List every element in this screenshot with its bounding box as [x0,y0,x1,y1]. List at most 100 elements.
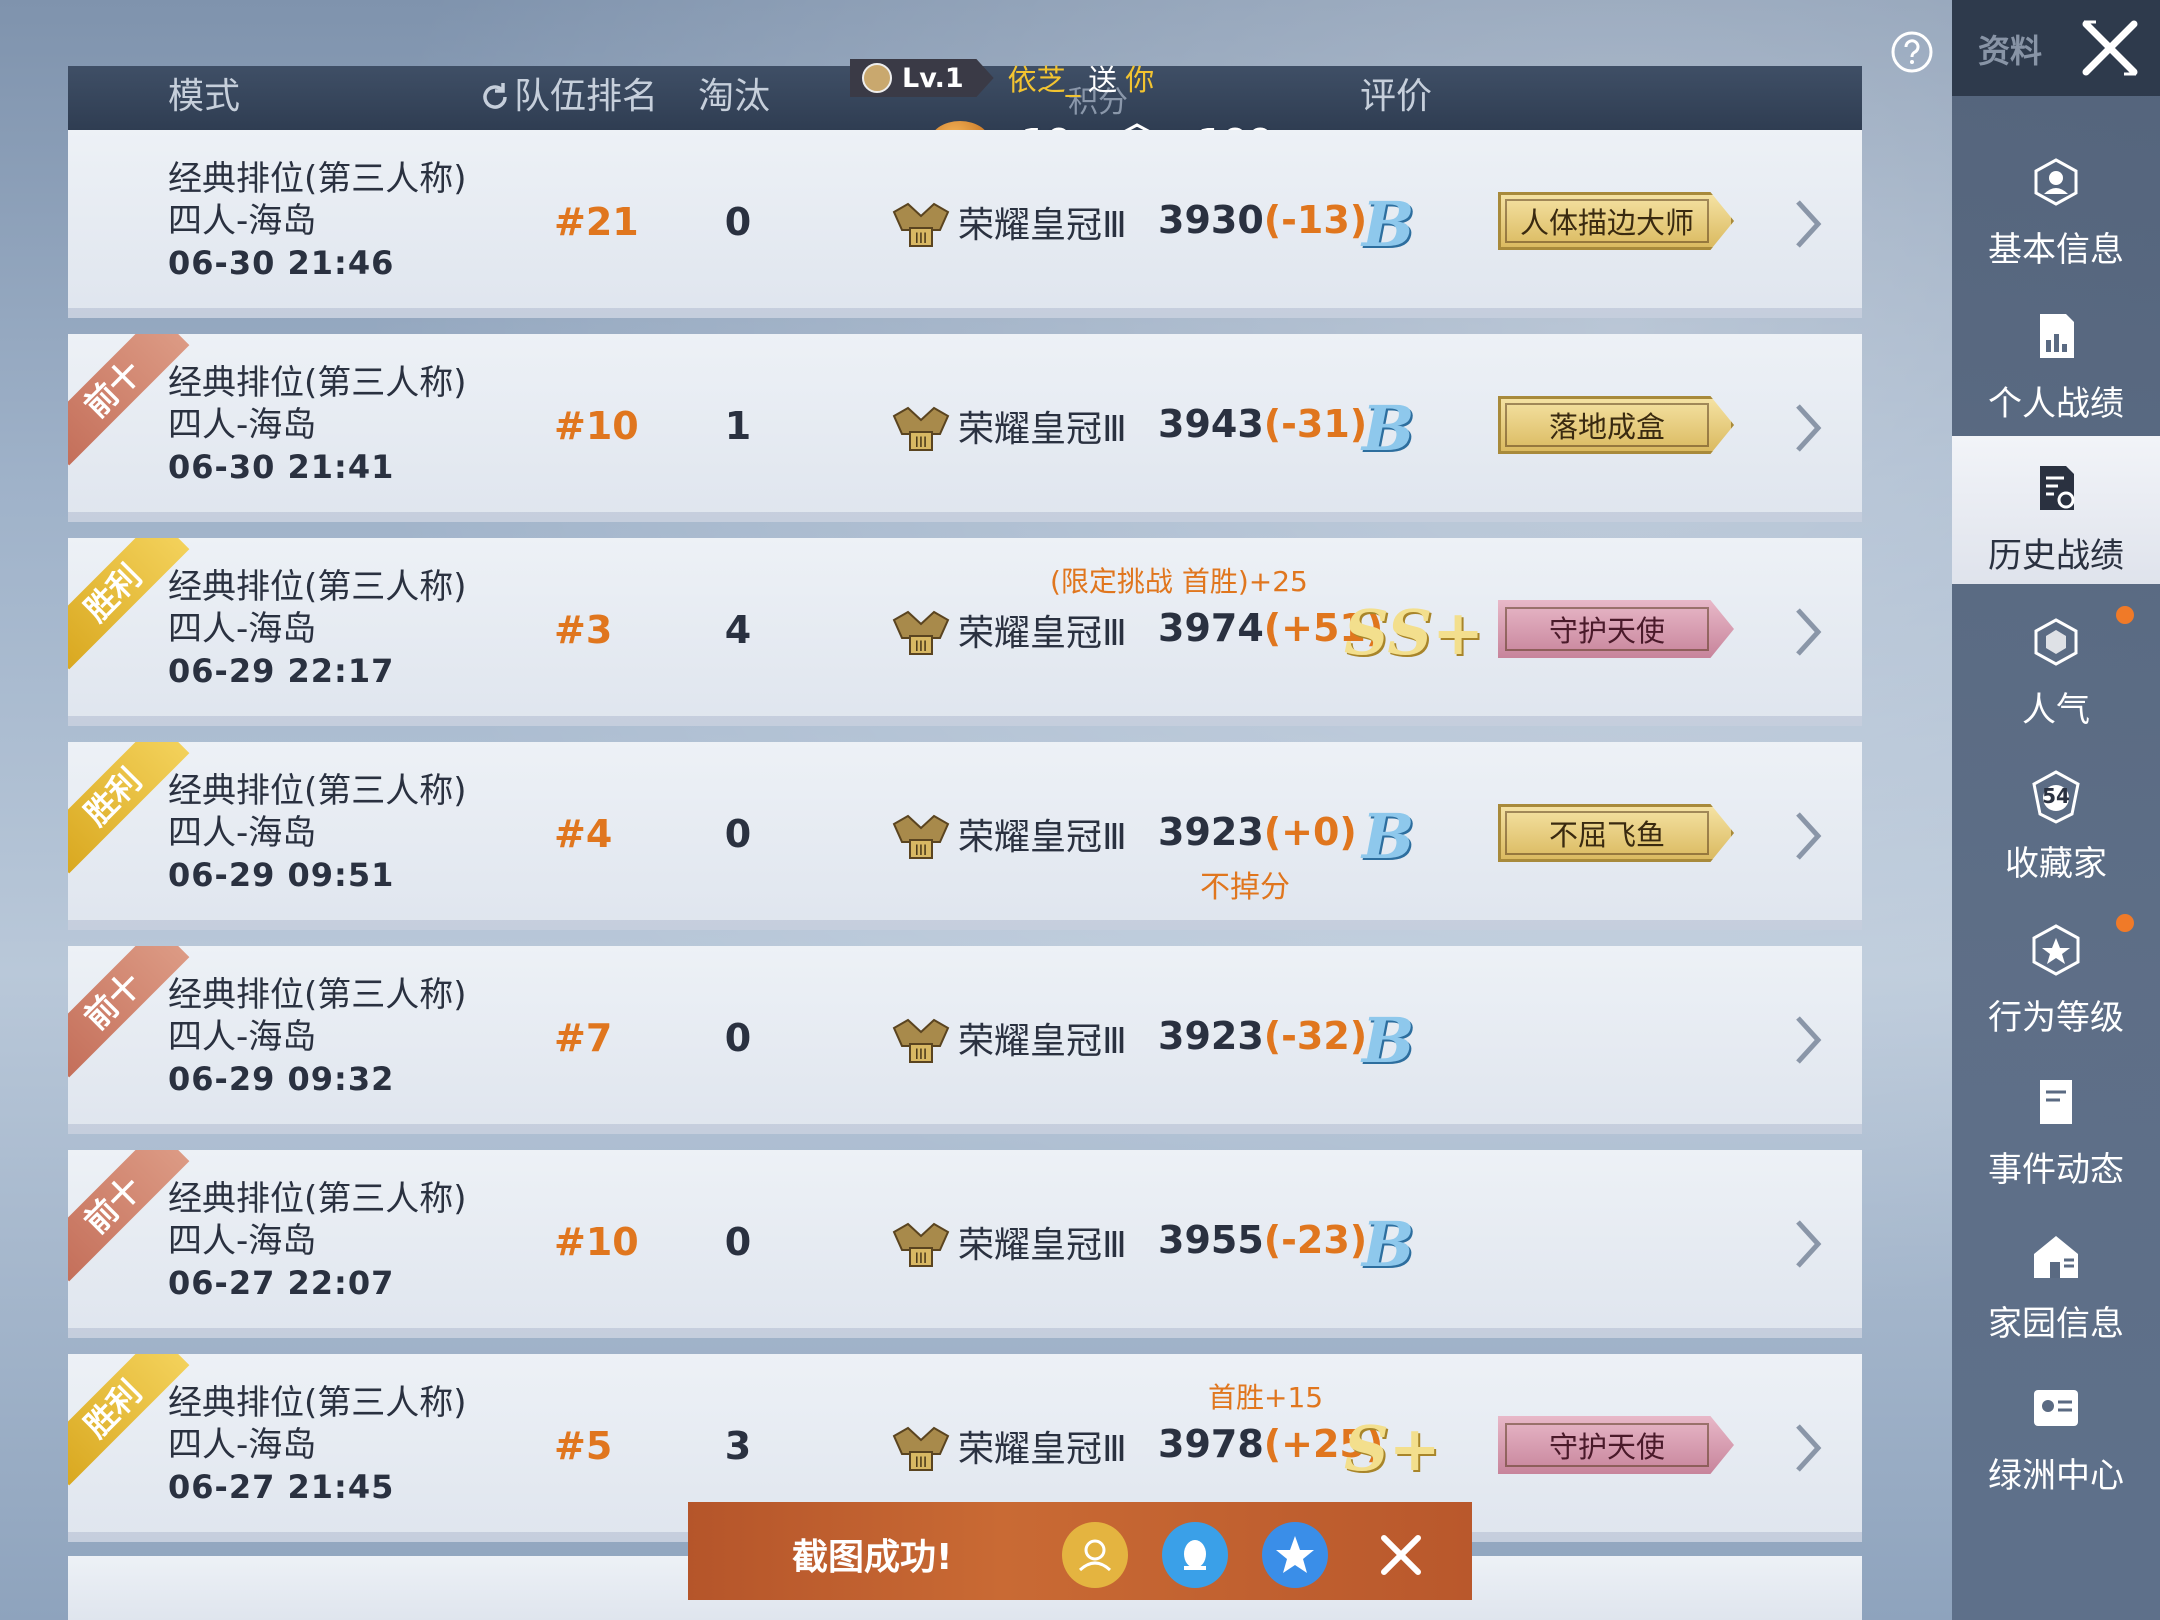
sidebar-item-profile[interactable]: 基本信息 [1952,130,2160,278]
svg-text:III: III [915,231,927,247]
svg-text:III: III [915,1251,927,1267]
score-delta: (-13) [1263,198,1368,242]
sidebar-item-oasis[interactable]: 绿洲中心 [1952,1356,2160,1504]
table-row[interactable]: 前十 经典排位(第三人称) 四人-海岛 06-30 21:41 #10 1 III 荣… [68,334,1862,522]
sidebar-item-popularity[interactable]: 人气 [1952,590,2160,738]
tier: III 荣耀皇冠Ⅲ [890,806,1127,862]
help-icon[interactable] [1890,30,1934,74]
team-mode: 四人-海岛 [168,609,317,649]
tier: III 荣耀皇冠Ⅲ [890,1010,1127,1066]
share-qq-button[interactable] [1162,1522,1228,1588]
sidebar-item-events[interactable]: 事件动态 [1952,1050,2160,1198]
evaluation-tag-label: 不屈飞鱼 [1548,818,1665,852]
chevron-right-icon[interactable] [1788,806,1828,866]
team-mode: 四人-海岛 [168,813,317,853]
notification-dot [2116,606,2134,624]
chevron-right-icon[interactable] [1788,398,1828,458]
crown-tier-icon: III [890,1418,952,1474]
level-badge: Lv.1 [850,59,994,97]
sidebar-item-history[interactable]: 历史战绩 [1952,436,2160,584]
share-qzone-button[interactable] [1262,1522,1328,1588]
chevron-right-icon[interactable] [1788,194,1828,254]
chevron-right-icon[interactable] [1788,602,1828,662]
mode-name: 经典排位(第三人称) [168,159,467,199]
match-date: 06-29 22:17 [168,652,395,690]
chevron-right-icon[interactable] [1788,1010,1828,1070]
evaluation-tag: 守护天使 [1498,1416,1734,1474]
sidebar-item-stats[interactable]: 个人战绩 [1952,284,2160,432]
header-kills: 淘汰 [698,76,771,117]
chevron-right-icon[interactable] [1788,1214,1828,1274]
history-icon [2040,466,2075,510]
toast-close-button[interactable] [1368,1522,1434,1588]
share-friends-button[interactable] [1062,1522,1128,1588]
notification-dot [2116,914,2134,932]
score-value: 3930 [1158,198,1264,242]
evaluation-tag-label: 人体描边大师 [1519,206,1694,240]
home-icon [2034,1236,2078,1278]
table-row[interactable]: 胜利 经典排位(第三人称) 四人-海岛 06-29 09:51 #4 0 III 荣耀… [68,742,1862,930]
chevron-right-icon[interactable] [1788,1418,1828,1478]
table-row[interactable]: 前十 经典排位(第三人称) 四人-海岛 06-27 22:07 #10 0 III 荣… [68,1150,1862,1338]
match-date: 06-27 22:07 [168,1264,395,1302]
header-rank-label: 队伍排名 [514,76,659,117]
table-row[interactable]: 前十 经典排位(第三人称) 四人-海岛 06-29 09:32 #7 0 III 荣耀… [68,946,1862,1134]
table-row[interactable]: 胜利 经典排位(第三人称) 四人-海岛 06-29 22:17 #3 4 III 荣耀… [68,538,1862,726]
avatar [862,63,892,93]
evaluation-tag: 守护天使 [1498,600,1734,658]
evaluation-tag-label: 守护天使 [1548,614,1665,648]
sidebar-item-behavior[interactable]: 行为等级 [1952,898,2160,1046]
mode-name: 经典排位(第三人称) [168,567,467,607]
score-bonus: (限定挑战 首胜)+25 [1050,565,1308,598]
match-date: 06-30 21:41 [168,448,395,486]
crown-tier-icon: III [890,602,952,658]
kills: 0 [724,1220,752,1264]
crown-tier-icon: III [890,806,952,862]
sidebar-item-label: 个人战绩 [1988,384,2124,424]
score-value: 3943 [1158,402,1264,446]
sidebar-item-label: 收藏家 [2005,844,2107,884]
close-icon[interactable] [2076,14,2144,82]
row-divider [68,1328,1862,1338]
mode-name: 经典排位(第三人称) [168,1383,467,1423]
header-evaluation: 评价 [1360,76,1433,117]
sidebar-item-label: 绿洲中心 [1988,1456,2124,1496]
sidebar-item-collector[interactable]: 54 收藏家 [1952,744,2160,892]
kills: 0 [724,1016,752,1060]
grade: B [1362,392,1415,465]
evaluation-tag: 落地成盒 [1498,396,1734,454]
crown-tier-icon: III [890,1010,952,1066]
evaluation-tag: 人体描边大师 [1498,192,1734,250]
score: 3923(+0) [1158,810,1357,854]
mode-info: 经典排位(第三人称) 四人-海岛 06-30 21:46 [168,158,467,284]
kills: 1 [724,404,752,448]
score-value: 3923 [1158,810,1264,854]
qzone-star-icon [1276,1536,1314,1573]
toast-message: 截图成功! [792,1537,953,1578]
team-rank: #7 [554,1016,613,1060]
sidebar-item-home[interactable]: 家园信息 [1952,1204,2160,1352]
gift-recipient: 你 [1125,63,1155,97]
tier-name: 荣耀皇冠Ⅲ [958,1429,1127,1470]
tier-name: 荣耀皇冠Ⅲ [958,817,1127,858]
tier-name: 荣耀皇冠Ⅲ [958,1225,1127,1266]
evaluation-tag: 不屈飞鱼 [1498,804,1734,862]
tier-name: 荣耀皇冠Ⅲ [958,409,1127,450]
team-mode: 四人-海岛 [168,1221,317,1261]
score: 3930(-13) [1158,198,1367,242]
screenshot-toast: 截图成功! [688,1502,1472,1600]
team-rank: #3 [554,608,613,652]
header-rank[interactable]: 队伍排名 [478,74,658,120]
sidebar-item-label: 事件动态 [1988,1150,2124,1190]
team-mode: 四人-海岛 [168,1425,317,1465]
grade: B [1362,800,1415,873]
grade: B [1362,188,1415,261]
grade: B [1362,1004,1415,1077]
score-value: 3923 [1158,1014,1264,1058]
table-row[interactable]: 经典排位(第三人称) 四人-海岛 06-30 21:46 #21 0 III 荣耀皇冠… [68,130,1862,318]
evaluation-tag-label: 守护天使 [1548,1430,1665,1464]
row-divider [68,512,1862,522]
refresh-icon[interactable] [478,80,512,114]
popularity-icon [2034,618,2078,666]
score-value: 3978 [1158,1422,1264,1466]
